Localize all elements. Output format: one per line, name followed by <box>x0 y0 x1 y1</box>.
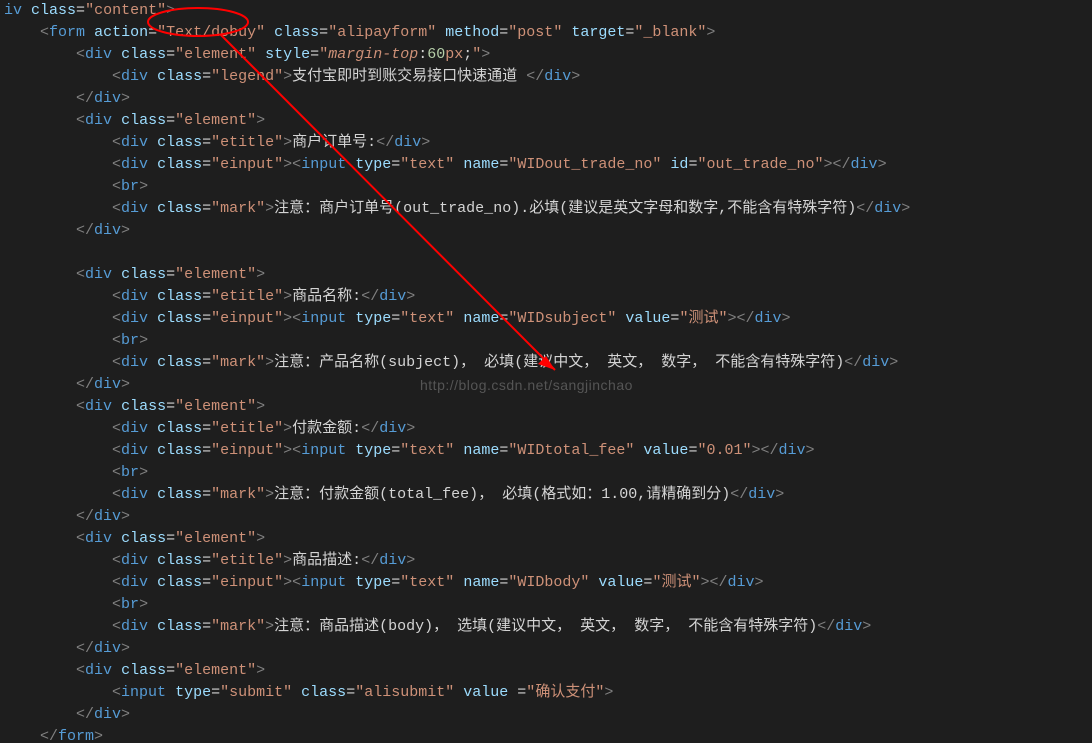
code-block: iv class="content"> <form action="Text/d… <box>0 0 1092 743</box>
partial-tag: iv <box>4 2 22 19</box>
